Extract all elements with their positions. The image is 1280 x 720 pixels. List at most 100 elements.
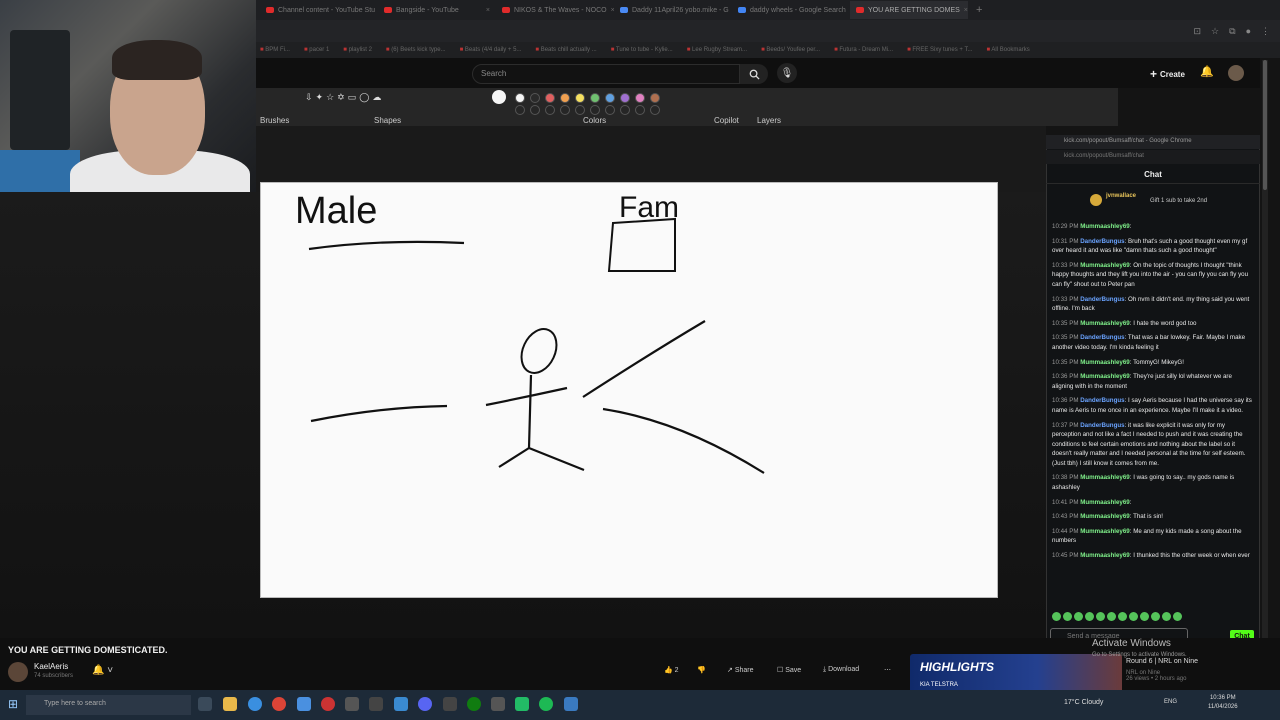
color-swatch[interactable]: [575, 93, 585, 103]
obs-icon[interactable]: [321, 697, 335, 711]
recommended-video-thumbnail[interactable]: HIGHLIGHTS KIA TELSTRA: [910, 654, 1122, 694]
like-button[interactable]: 👍 2: [664, 666, 679, 674]
browser-tab[interactable]: Bangside - YouTube ×: [378, 1, 496, 19]
empty-color-swatch[interactable]: [530, 105, 540, 115]
app-icon[interactable]: [515, 697, 529, 711]
message-username[interactable]: Mummaashley69: [1080, 552, 1130, 559]
message-username[interactable]: Mummaashley69: [1080, 359, 1130, 366]
emote-icon[interactable]: [1118, 612, 1127, 621]
empty-color-swatch[interactable]: [515, 105, 525, 115]
color-swatch[interactable]: [530, 93, 540, 103]
download-button[interactable]: ⤓ Download: [823, 666, 859, 674]
weather-widget[interactable]: 17°C Cloudy: [1064, 699, 1103, 706]
app-icon[interactable]: [297, 697, 311, 711]
app-icon[interactable]: [345, 697, 359, 711]
message-username[interactable]: DanderBungus: [1080, 238, 1124, 245]
emote-icon[interactable]: [1074, 612, 1083, 621]
bookmark-star-icon[interactable]: ☆: [1211, 26, 1219, 37]
empty-color-swatch[interactable]: [650, 105, 660, 115]
color-swatch[interactable]: [635, 93, 645, 103]
save-button[interactable]: ☐ Save: [777, 666, 801, 674]
empty-color-swatch[interactable]: [635, 105, 645, 115]
color-swatch[interactable]: [560, 93, 570, 103]
emote-icon[interactable]: [1085, 612, 1094, 621]
avatar[interactable]: [1228, 65, 1244, 81]
message-username[interactable]: DanderBungus: [1080, 397, 1124, 404]
taskbar-clock[interactable]: 10:36 PM 11/04/2026: [1208, 694, 1238, 712]
browser-tab[interactable]: NIKOS & The Waves - NOCO ×: [496, 1, 614, 19]
color-swatch[interactable]: [605, 93, 615, 103]
browser-tab[interactable]: daddy wheels - Google Search×: [732, 1, 850, 19]
emote-icon[interactable]: [1173, 612, 1182, 621]
color-swatch[interactable]: [590, 93, 600, 103]
windows-start-icon[interactable]: ⊞: [8, 697, 18, 711]
speech-bubble-round-icon[interactable]: ◯: [359, 92, 369, 103]
shapes-label[interactable]: Shapes: [374, 116, 401, 125]
message-username[interactable]: Mummaashley69: [1080, 373, 1130, 380]
message-username[interactable]: DanderBungus: [1080, 296, 1124, 303]
layers-label[interactable]: Layers: [757, 116, 781, 125]
paint-icon[interactable]: [564, 697, 578, 711]
bookmark-item[interactable]: (6) Beets kick type...: [386, 47, 445, 53]
task-view-icon[interactable]: [198, 697, 212, 711]
language-indicator[interactable]: ENG: [1164, 699, 1177, 705]
message-username[interactable]: Mummaashley69: [1080, 320, 1130, 327]
bookmark-item[interactable]: Tune to tube - Kylie...: [611, 47, 673, 53]
taskbar-search-input[interactable]: Type here to search: [26, 695, 191, 715]
install-icon[interactable]: ⊡: [1194, 26, 1202, 37]
bookmark-item[interactable]: playlist 2: [343, 47, 372, 53]
empty-color-swatch[interactable]: [545, 105, 555, 115]
color-swatch[interactable]: [620, 93, 630, 103]
six-point-star-icon[interactable]: ✡: [337, 92, 345, 103]
current-color-swatch[interactable]: [492, 90, 506, 104]
channel-name[interactable]: KaelAeris: [34, 662, 68, 671]
browser-tab[interactable]: Channel content - YouTube Stu×: [260, 1, 378, 19]
file-explorer-icon[interactable]: [223, 697, 237, 711]
color-swatch[interactable]: [545, 93, 555, 103]
notifications-bell-icon[interactable]: 🔔: [1200, 65, 1216, 83]
browser-tab-active[interactable]: YOU ARE GETTING DOMES ×: [850, 1, 968, 19]
message-username[interactable]: Mummaashley69: [1080, 499, 1130, 506]
close-icon[interactable]: ×: [964, 7, 968, 14]
empty-color-swatch[interactable]: [560, 105, 570, 115]
share-button[interactable]: ↗ Share: [727, 666, 754, 674]
bookmark-item[interactable]: All Bookmarks: [986, 47, 1029, 53]
channel-avatar[interactable]: [8, 662, 28, 682]
search-button[interactable]: [740, 64, 768, 84]
star-icon[interactable]: ☆: [326, 92, 334, 103]
bookmark-item[interactable]: pacer 1: [304, 47, 329, 53]
empty-color-swatch[interactable]: [605, 105, 615, 115]
mic-button[interactable]: 🎙: [777, 63, 797, 83]
message-username[interactable]: Mummaashley69: [1080, 513, 1130, 520]
bookmark-item[interactable]: Lee Rugby Stream...: [687, 47, 747, 53]
app-icon[interactable]: [394, 697, 408, 711]
recommended-video-title[interactable]: Round 6 | NRL on Nine: [1126, 658, 1198, 665]
more-actions-icon[interactable]: ⋯: [884, 666, 891, 674]
message-username[interactable]: Mummaashley69: [1080, 528, 1130, 535]
empty-color-swatch[interactable]: [590, 105, 600, 115]
brushes-label[interactable]: Brushes: [260, 116, 289, 125]
message-username[interactable]: DanderBungus: [1080, 422, 1124, 429]
create-button[interactable]: + Create: [1150, 65, 1190, 83]
bookmark-item[interactable]: BPM Fi...: [260, 47, 290, 53]
emote-icon[interactable]: [1107, 612, 1116, 621]
message-username[interactable]: DanderBungus: [1080, 334, 1124, 341]
emote-icon[interactable]: [1129, 612, 1138, 621]
discord-icon[interactable]: [418, 697, 432, 711]
app-icon[interactable]: [491, 697, 505, 711]
extensions-icon[interactable]: ⧉: [1229, 26, 1235, 37]
message-username[interactable]: Mummaashley69: [1080, 474, 1130, 481]
notification-bell-icon[interactable]: 🔔 ˅: [92, 665, 113, 676]
bookmark-item[interactable]: Futura - Dream Mi...: [834, 47, 893, 53]
xbox-icon[interactable]: [467, 697, 481, 711]
profile-icon[interactable]: ●: [1246, 26, 1251, 36]
page-scrollbar[interactable]: [1262, 60, 1268, 638]
search-input[interactable]: Search: [472, 64, 740, 84]
emote-icon[interactable]: [1140, 612, 1149, 621]
colors-label[interactable]: Colors: [583, 116, 606, 125]
new-tab-icon[interactable]: +: [976, 4, 982, 16]
emote-icon[interactable]: [1162, 612, 1171, 621]
drawing-canvas[interactable]: Male Fam: [260, 182, 998, 598]
empty-color-swatch[interactable]: [620, 105, 630, 115]
message-username[interactable]: Mummaashley69: [1080, 223, 1130, 230]
